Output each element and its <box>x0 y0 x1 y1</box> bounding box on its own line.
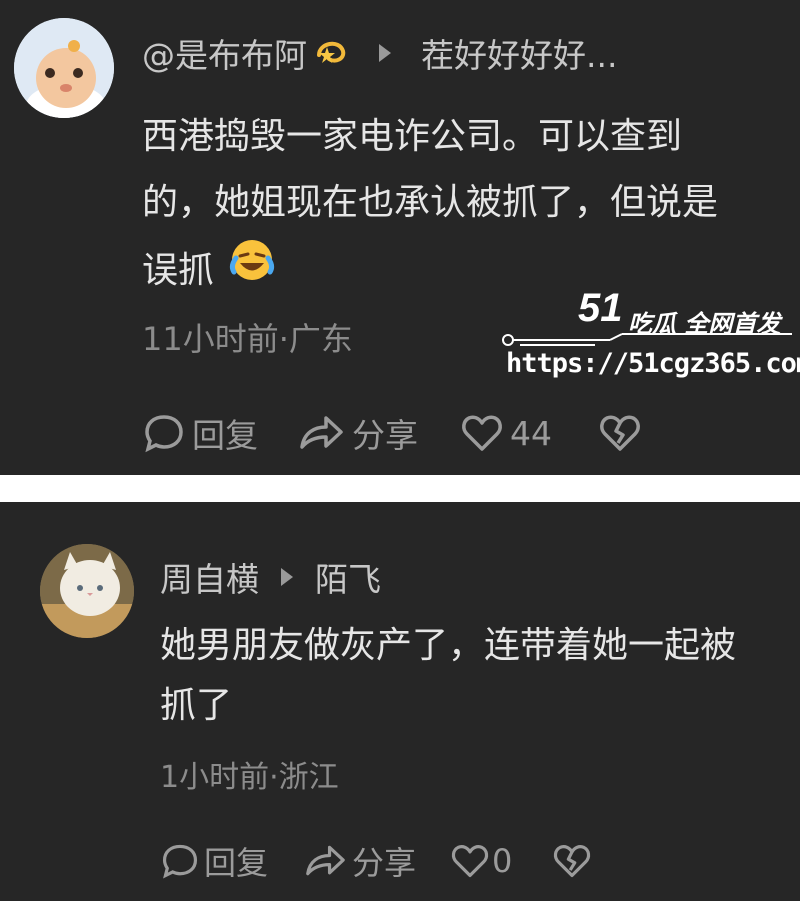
username[interactable]: @是布布阿 <box>142 29 307 77</box>
like-button[interactable]: 0 <box>450 841 512 881</box>
like-button[interactable]: 44 <box>460 411 552 455</box>
reply-bubble-icon <box>142 411 186 455</box>
comment-header: 周自横 陌飞 <box>160 555 381 599</box>
reply-button[interactable]: 回复 <box>160 838 268 884</box>
comment-line: 误抓 <box>142 250 215 291</box>
watermark-url: https://51cgz365.com <box>506 348 800 379</box>
like-count: 44 <box>510 413 552 453</box>
comment-header: @是布布阿 茬好好好好... <box>142 30 617 76</box>
share-label: 分享 <box>352 416 418 455</box>
comment-line: 的，她姐现在也承认被抓了，但说是 <box>142 182 719 223</box>
like-count: 0 <box>492 842 513 880</box>
comment-meta: 1小时前·浙江 <box>160 760 339 795</box>
comment-text: 她男朋友做灰产了，连带着她一起被 抓了 <box>160 616 736 736</box>
dislike-button[interactable] <box>552 841 592 881</box>
comment-actions: 回复 分享 44 <box>142 408 642 458</box>
share-arrow-icon <box>296 411 346 455</box>
reply-to-user[interactable]: 陌飞 <box>315 553 381 601</box>
share-button[interactable]: 分享 <box>296 409 418 457</box>
comment-meta: 11小时前·广东 <box>142 320 353 358</box>
share-label: 分享 <box>352 844 417 882</box>
reply-label: 回复 <box>192 416 258 455</box>
broken-heart-icon <box>552 841 592 881</box>
comment-line: 抓了 <box>160 685 233 726</box>
reply-arrow-icon <box>281 568 293 586</box>
laugh-cry-emoji-icon <box>228 236 276 306</box>
sparkle-emoji-icon <box>313 33 349 73</box>
comment-card: @是布布阿 茬好好好好... 西港捣毁一家电诈公司。可以查到 的，她姐现在也承认… <box>0 0 800 475</box>
avatar[interactable] <box>14 18 114 118</box>
reply-bubble-icon <box>160 841 200 881</box>
reply-button[interactable]: 回复 <box>142 409 258 457</box>
reply-arrow-icon <box>379 44 391 62</box>
comment-text: 西港捣毁一家电诈公司。可以查到 的，她姐现在也承认被抓了，但说是 误抓 <box>142 104 718 306</box>
watermark: 51 吃瓜 全网首发 https://51cgz365.com <box>500 286 800 388</box>
heart-icon <box>450 841 490 881</box>
broken-heart-icon <box>598 411 642 455</box>
avatar[interactable] <box>40 544 134 638</box>
dislike-button[interactable] <box>598 411 642 455</box>
reply-label: 回复 <box>204 844 269 882</box>
username[interactable]: 周自横 <box>160 553 259 601</box>
comment-line: 西港捣毁一家电诈公司。可以查到 <box>142 116 683 157</box>
comment-line: 她男朋友做灰产了，连带着她一起被 <box>160 625 737 666</box>
heart-icon <box>460 411 504 455</box>
comment-actions: 回复 分享 0 <box>160 836 592 886</box>
watermark-logo: 51 <box>578 286 623 330</box>
reply-to-user[interactable]: 茬好好好好... <box>421 29 617 77</box>
share-button[interactable]: 分享 <box>302 838 416 884</box>
share-arrow-icon <box>302 841 348 881</box>
